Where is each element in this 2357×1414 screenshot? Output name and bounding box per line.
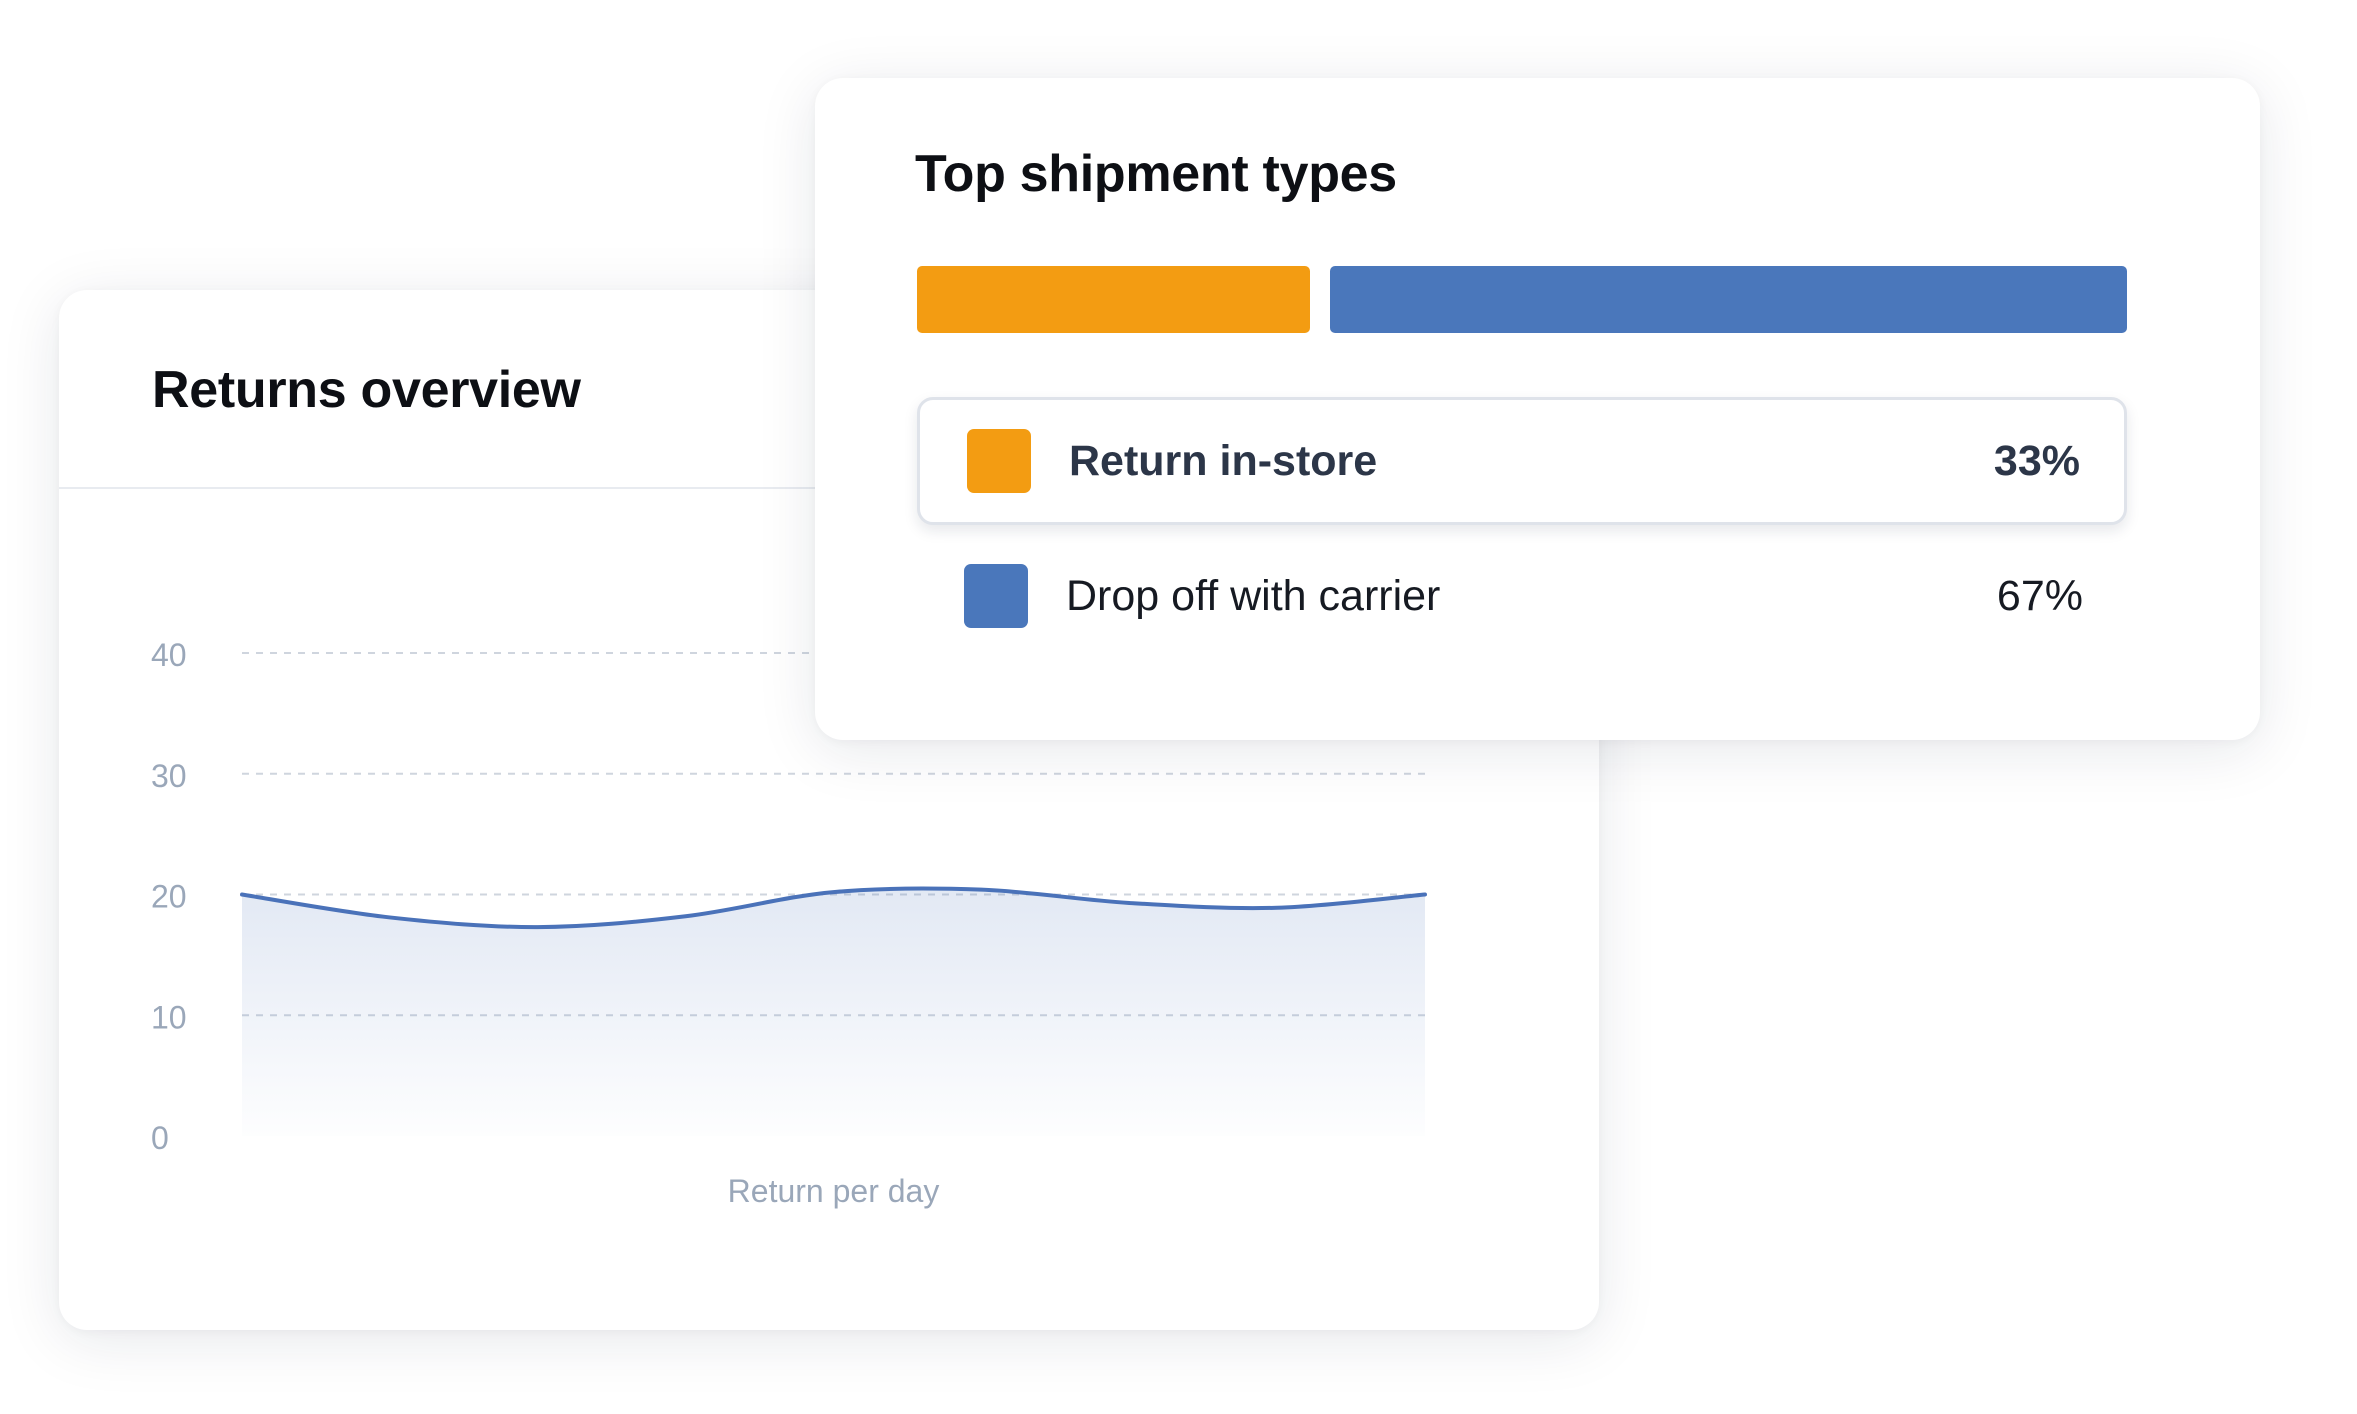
y-tick-label: 30 — [151, 758, 187, 794]
share-segment-return-in-store[interactable] — [917, 266, 1310, 333]
top-shipment-types-card: Top shipment types Return in-store 33% D… — [815, 78, 2260, 740]
series-area-fill — [242, 888, 1425, 1136]
legend-item-drop-off-with-carrier[interactable]: Drop off with carrier 67% — [917, 532, 2127, 660]
y-tick-label: 10 — [151, 999, 187, 1035]
shipment-share-bar — [917, 266, 2127, 333]
top-shipment-types-title: Top shipment types — [915, 145, 1397, 203]
y-tick-label: 20 — [151, 879, 187, 915]
share-segment-drop-off-with-carrier[interactable] — [1329, 266, 2127, 333]
y-tick-label: 40 — [151, 637, 187, 673]
color-swatch — [964, 564, 1028, 628]
y-tick-label: 0 — [151, 1120, 169, 1156]
legend-label: Drop off with carrier — [1066, 571, 1441, 620]
legend-percentage: 67% — [1996, 571, 2083, 620]
legend-percentage: 33% — [1993, 436, 2080, 485]
legend-label: Return in-store — [1069, 436, 1378, 485]
legend-item-return-in-store[interactable]: Return in-store 33% — [917, 397, 2127, 525]
color-swatch — [967, 429, 1031, 493]
x-axis-label: Return per day — [728, 1173, 940, 1209]
